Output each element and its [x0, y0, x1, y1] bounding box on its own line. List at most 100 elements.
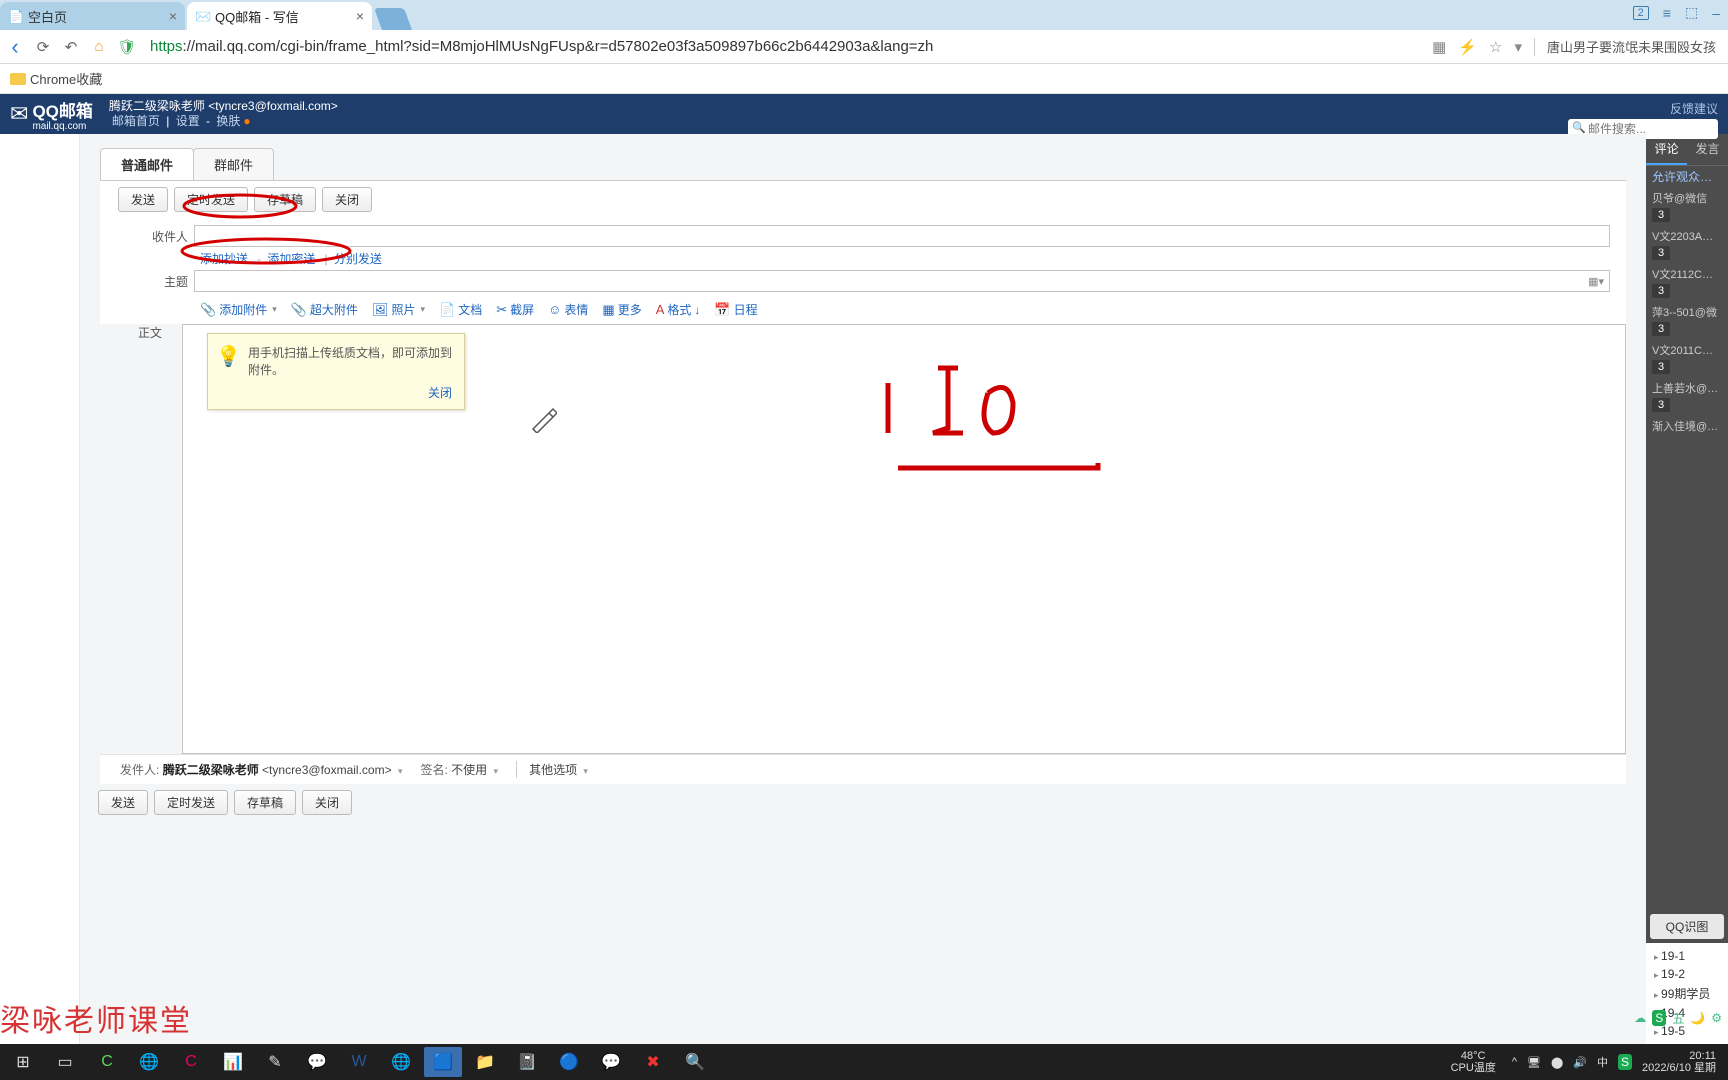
explorer-icon[interactable]: 📁 [466, 1047, 504, 1077]
moon-icon[interactable]: 🌙 [1690, 1011, 1705, 1025]
app-icon[interactable]: C [88, 1047, 126, 1077]
close-button-bottom[interactable]: 关闭 [302, 790, 352, 815]
address-bar: ‹ ⟳ ↶ ⌂ 🛡 https://mail.qq.com/cgi-bin/fr… [0, 30, 1728, 64]
notepad-icon[interactable]: 📓 [508, 1047, 546, 1077]
tree-item[interactable]: 19-1 [1646, 947, 1728, 965]
more-button[interactable]: ▦更多 [602, 301, 641, 318]
app-icon[interactable]: 🔵 [550, 1047, 588, 1077]
sogou-browser-icon[interactable]: 🟦 [424, 1047, 462, 1077]
gear-icon[interactable]: ⚙ [1711, 1011, 1722, 1025]
chrome2-icon[interactable]: 🌐 [382, 1047, 420, 1077]
tree-item[interactable]: 19-2 [1646, 965, 1728, 983]
qqmail-logo[interactable]: ✉ QQ邮箱 mail.qq.com [10, 97, 93, 132]
ime-badge[interactable]: S [1652, 1010, 1666, 1026]
wechat-icon[interactable]: 💬 [592, 1047, 630, 1077]
reload-icon[interactable]: ⟳ [34, 38, 52, 56]
live-panel: 评论 发言 允许观众发表评 贝爷@微信3 V文2203A新娟3 V文2112C李… [1646, 134, 1728, 1044]
app-icon[interactable]: ✖ [634, 1047, 672, 1077]
close-icon[interactable]: × [169, 8, 177, 24]
add-bcc-link[interactable]: 添加密送 [267, 252, 315, 266]
url-field[interactable]: https://mail.qq.com/cgi-bin/frame_html?s… [146, 38, 1422, 55]
send-button-bottom[interactable]: 发送 [98, 790, 148, 815]
qq-recognize-button[interactable]: QQ识图 [1650, 914, 1724, 939]
sign-dropdown[interactable] [491, 763, 499, 777]
class-tree[interactable]: 19-1 19-2 99期学员 19-4 19-5 [1646, 943, 1728, 1044]
cpu-temp[interactable]: 48°CCPU温度 [1451, 1050, 1496, 1074]
tray-icon[interactable]: 🖥 [1527, 1056, 1541, 1069]
format-button[interactable]: A格式↓ [656, 301, 701, 318]
flash-icon[interactable]: ⚡ [1458, 38, 1477, 56]
bookmarks-bar: Chrome收藏 [0, 64, 1728, 94]
attach-button[interactable]: 📎添加附件 [200, 301, 277, 318]
clock[interactable]: 20:112022/6/10 星期 [1642, 1050, 1716, 1074]
qr-icon[interactable]: ▦ [1432, 38, 1446, 56]
new-tab-button[interactable] [374, 8, 412, 30]
star-icon[interactable]: ☆ [1489, 38, 1502, 56]
big-attach-button[interactable]: 📎超大附件 [291, 301, 358, 318]
cloud-icon[interactable]: ☁ [1634, 1011, 1646, 1025]
grid-icon[interactable]: ▦▾ [1588, 275, 1604, 288]
news-headline[interactable]: 唐山男子要流氓未果围殴女孩 [1547, 37, 1716, 56]
allow-audience[interactable]: 允许观众发表评 [1646, 166, 1728, 188]
menu-icon[interactable]: ≡ [1663, 5, 1671, 21]
save-draft-button[interactable]: 存草稿 [254, 187, 316, 212]
app-icon[interactable]: 💬 [298, 1047, 336, 1077]
tree-item[interactable]: 99期学员 [1646, 983, 1728, 1004]
timed-send-button[interactable]: 定时发送 [174, 187, 248, 212]
mail-sidebar[interactable] [0, 134, 80, 1044]
photo-button[interactable]: 🖼照片 [372, 301, 425, 318]
app-icon[interactable]: 🔍 [676, 1047, 714, 1077]
nav-skin[interactable]: 换肤 [216, 114, 240, 128]
ime-mode[interactable]: 五 [1672, 1010, 1684, 1027]
app-icon[interactable]: C [172, 1047, 210, 1077]
save-draft-button-bottom[interactable]: 存草稿 [234, 790, 296, 815]
close-icon[interactable]: × [356, 8, 364, 24]
undo-icon[interactable]: ↶ [62, 38, 80, 56]
minimize-icon[interactable]: – [1712, 5, 1720, 21]
to-label: 收件人 [116, 228, 194, 245]
close-button[interactable]: 关闭 [322, 187, 372, 212]
live-list[interactable]: 贝爷@微信3 V文2203A新娟3 V文2112C李萌3 萍3--501@微3 … [1646, 188, 1728, 910]
body-editor[interactable]: 💡 用手机扫描上传纸质文档，即可添加到附件。 关闭 [182, 324, 1626, 754]
list-item: 上善若水@微信3 [1646, 378, 1728, 416]
nav-home[interactable]: 邮箱首页 [112, 114, 160, 128]
emoji-button[interactable]: ☺表情 [548, 301, 588, 318]
browser-tab-blank[interactable]: 📄 空白页 × [0, 2, 185, 30]
tray-up-icon[interactable]: ^ [1512, 1056, 1517, 1068]
tab-group-mail[interactable]: 群邮件 [193, 148, 274, 180]
chevron-down-icon[interactable]: ▾ [1514, 38, 1522, 56]
screenshot-button[interactable]: ✂截屏 [496, 301, 534, 318]
doc-button[interactable]: 📄文档 [439, 301, 482, 318]
app-icon[interactable]: ✎ [256, 1047, 294, 1077]
nav-settings[interactable]: 设置 [176, 114, 200, 128]
ime-s-icon[interactable]: S [1618, 1054, 1632, 1070]
ime-indicator[interactable]: 中 [1597, 1054, 1608, 1070]
schedule-button[interactable]: 📅日程 [714, 301, 757, 318]
back-icon[interactable]: ‹ [6, 38, 24, 56]
start-button[interactable]: ⊞ [4, 1047, 42, 1077]
sender-dropdown[interactable] [395, 763, 403, 777]
word-icon[interactable]: W [340, 1047, 378, 1077]
app-icon[interactable]: 📊 [214, 1047, 252, 1077]
other-options[interactable]: 其他选项 [529, 763, 577, 777]
volume-icon[interactable]: 🔊 [1573, 1056, 1587, 1069]
download-badge[interactable]: 2 [1633, 6, 1649, 20]
feedback-link[interactable]: 反馈建议 [1568, 100, 1718, 117]
shield-icon[interactable]: 🛡 [118, 38, 136, 56]
tip-close-link[interactable]: 关闭 [248, 384, 452, 401]
to-input[interactable] [194, 225, 1610, 247]
tab-normal-mail[interactable]: 普通邮件 [100, 148, 194, 180]
bookmark-folder[interactable]: Chrome收藏 [10, 69, 102, 88]
taskview-icon[interactable]: ▭ [46, 1047, 84, 1077]
subject-input[interactable] [194, 270, 1610, 292]
extension-icon[interactable]: ⬚ [1685, 4, 1698, 21]
add-cc-link[interactable]: 添加抄送 [200, 252, 248, 266]
sender-email: <tyncre3@foxmail.com> [262, 763, 392, 777]
split-send-link[interactable]: 分别发送 [334, 252, 382, 266]
send-button[interactable]: 发送 [118, 187, 168, 212]
browser-tab-qqmail[interactable]: ✉️ QQ邮箱 - 写信 × [187, 2, 372, 30]
tray-icon[interactable]: ⬤ [1551, 1056, 1563, 1069]
chrome-icon[interactable]: 🌐 [130, 1047, 168, 1077]
home-icon[interactable]: ⌂ [90, 38, 108, 56]
timed-send-button-bottom[interactable]: 定时发送 [154, 790, 228, 815]
